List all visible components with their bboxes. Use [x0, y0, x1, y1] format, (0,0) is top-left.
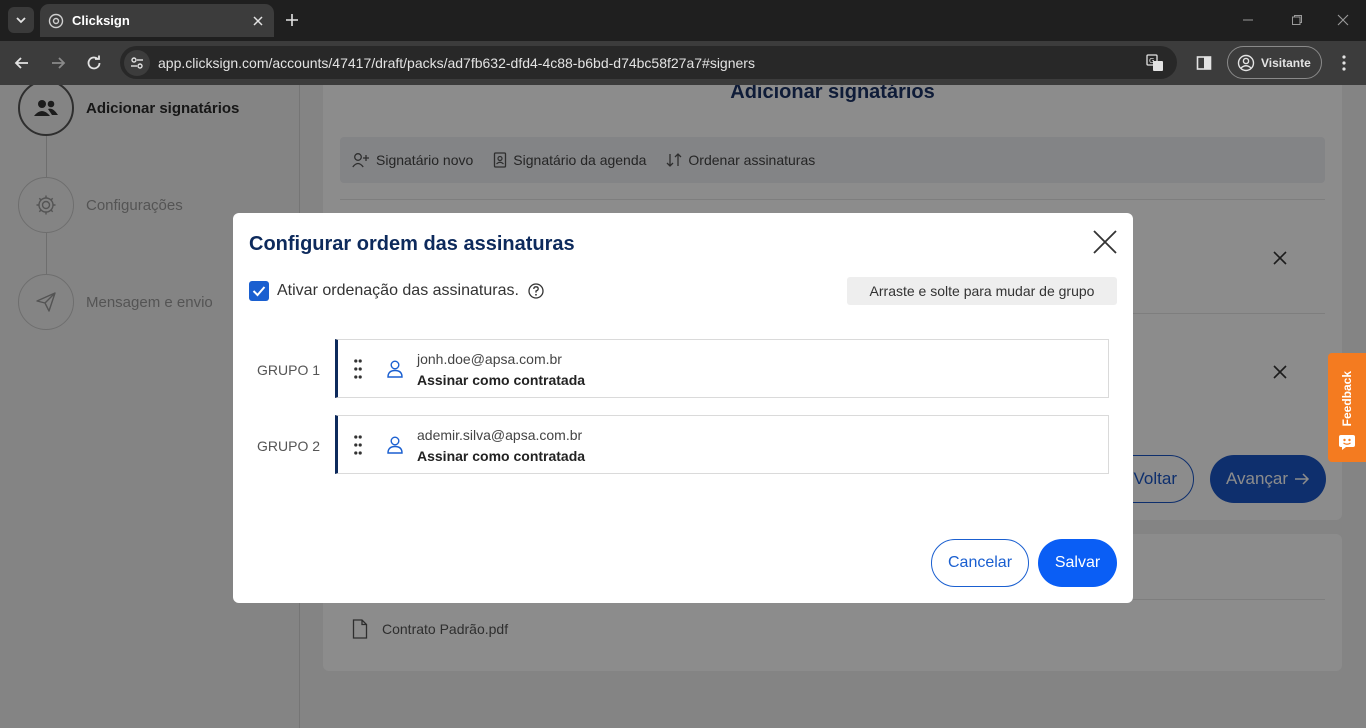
browser-tab-bar: Clicksign [0, 0, 1366, 41]
cancel-button[interactable]: Cancelar [931, 539, 1029, 587]
user-icon [387, 360, 403, 378]
tab-close-icon[interactable] [246, 9, 270, 33]
kebab-menu-icon [1342, 55, 1346, 71]
restore-icon [1292, 15, 1302, 25]
group-label: GRUPO 1 [257, 362, 321, 378]
enable-ordering-label[interactable]: Ativar ordenação das assinaturas. [277, 282, 519, 300]
side-panel-button[interactable] [1191, 50, 1217, 76]
site-info-icon[interactable] [124, 49, 150, 76]
minimize-button[interactable] [1236, 8, 1260, 32]
restore-button[interactable] [1285, 8, 1309, 32]
reload-button[interactable] [81, 50, 107, 76]
drag-handle-icon[interactable] [354, 359, 362, 379]
signer-role: Assinar como contratada [417, 448, 586, 464]
profile-icon [1237, 54, 1255, 71]
side-panel-icon [1196, 56, 1212, 70]
url-text: app.clicksign.com/accounts/47417/draft/p… [158, 54, 755, 71]
browser-tab[interactable]: Clicksign [40, 4, 274, 37]
profile-label: Visitante [1261, 55, 1311, 70]
drag-hint: Arraste e solte para mudar de grupo [847, 277, 1117, 305]
signature-order-modal: Configurar ordem das assinaturas Ativar … [233, 213, 1133, 603]
svg-text:G: G [1149, 57, 1154, 65]
signer-email: jonh.doe@apsa.com.br [417, 351, 562, 367]
tab-search-button[interactable] [8, 7, 34, 33]
reload-icon [87, 55, 101, 70]
profile-button[interactable]: Visitante [1227, 46, 1322, 79]
minimize-icon [1243, 19, 1253, 21]
forward-button[interactable] [45, 50, 71, 76]
help-icon[interactable] [528, 283, 544, 299]
modal-title: Configurar ordem das assinaturas [249, 233, 575, 255]
enable-ordering-row: Ativar ordenação das assinaturas. [249, 281, 544, 301]
drag-handle-icon[interactable] [354, 435, 362, 455]
arrow-right-icon [52, 57, 66, 69]
translate-icon[interactable]: G [1141, 49, 1169, 77]
chevron-down-icon [16, 17, 26, 24]
signer-role: Assinar como contratada [417, 372, 586, 388]
close-window-button[interactable] [1331, 8, 1355, 32]
user-icon [387, 436, 403, 454]
save-button[interactable]: Salvar [1038, 539, 1117, 587]
signer-email: ademir.silva@apsa.com.br [417, 427, 583, 443]
new-tab-button[interactable] [280, 8, 304, 32]
enable-ordering-checkbox[interactable] [249, 281, 269, 301]
feedback-icon [1339, 435, 1355, 450]
back-button[interactable] [9, 50, 35, 76]
clicksign-favicon-icon [48, 13, 64, 28]
signer-item[interactable]: ademir.silva@apsa.com.br Assinar como co… [335, 415, 1109, 474]
group-label: GRUPO 2 [257, 438, 321, 454]
feedback-label: Feedback [1340, 370, 1354, 426]
plus-icon [286, 14, 298, 26]
arrow-left-icon [14, 57, 28, 69]
browser-toolbar: app.clicksign.com/accounts/47417/draft/p… [0, 41, 1366, 85]
feedback-tab[interactable]: Feedback [1328, 353, 1366, 462]
tab-title: Clicksign [72, 13, 130, 28]
browser-menu-button[interactable] [1331, 50, 1357, 76]
close-icon[interactable] [1091, 228, 1119, 256]
check-icon [252, 286, 266, 297]
signer-item[interactable]: jonh.doe@apsa.com.br Assinar como contra… [335, 339, 1109, 398]
address-bar[interactable]: app.clicksign.com/accounts/47417/draft/p… [120, 46, 1177, 79]
close-icon [1337, 14, 1349, 26]
